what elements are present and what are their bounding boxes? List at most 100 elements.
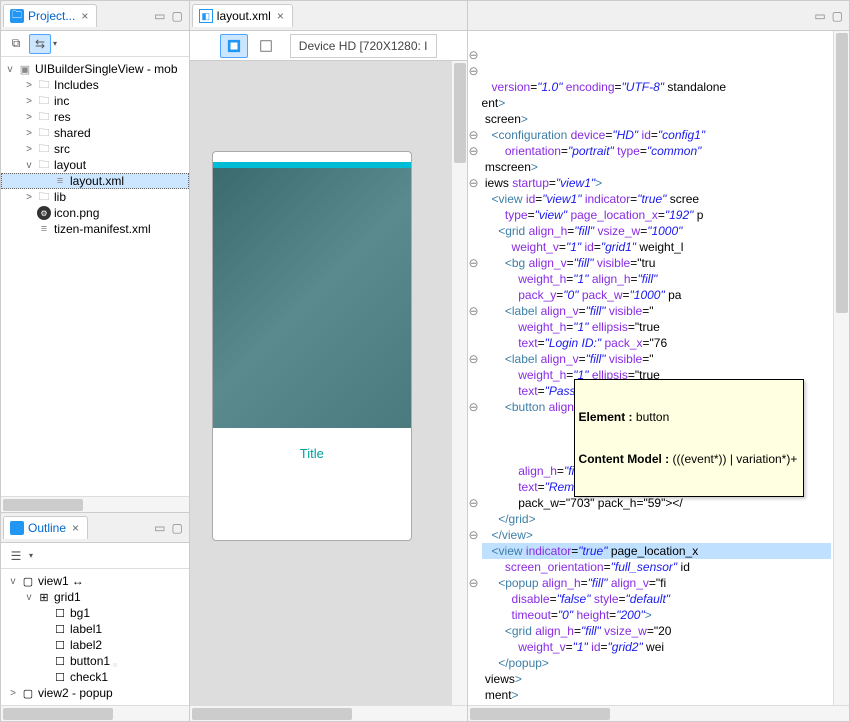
minimize-icon[interactable]: ▭ (814, 9, 825, 23)
tree-toggle[interactable]: v (24, 592, 34, 603)
outline-sort-button[interactable]: ☰ (5, 546, 27, 566)
code-line[interactable]: ent> (482, 95, 831, 111)
device-background[interactable] (213, 168, 411, 428)
code-line[interactable]: iews startup="view1"> (482, 175, 831, 191)
device-frame[interactable]: Title (212, 151, 412, 541)
code-line[interactable]: <popup align_h="fill" align_v="fi (482, 575, 831, 591)
code-line[interactable]: <grid align_h="fill" vsize_w="1000" (482, 223, 831, 239)
horizontal-scrollbar[interactable] (468, 705, 849, 721)
scrollbar-thumb[interactable] (836, 33, 848, 313)
code-line[interactable]: <label align_v="fill" visible=" (482, 303, 831, 319)
fold-toggle[interactable]: ⊖ (468, 495, 480, 511)
maximize-icon[interactable]: ▢ (171, 521, 182, 535)
project-tree[interactable]: v ▣ UIBuilderSingleView - mob >🗀Includes… (1, 57, 189, 496)
device-selector[interactable]: Device HD [720X1280: I (290, 34, 437, 58)
collapse-all-button[interactable]: ⧉ (5, 34, 27, 54)
vertical-scrollbar[interactable] (833, 31, 849, 705)
project-root-row[interactable]: v ▣ UIBuilderSingleView - mob (1, 61, 189, 77)
tree-toggle[interactable] (40, 608, 50, 619)
close-icon[interactable]: × (79, 9, 90, 23)
link-editor-button[interactable]: ⇆ (29, 34, 51, 54)
scrollbar-thumb[interactable] (3, 499, 83, 511)
vertical-scrollbar[interactable] (451, 61, 467, 705)
tree-toggle[interactable]: > (24, 96, 34, 107)
code-line[interactable]: ment> (482, 687, 831, 703)
device-title-label[interactable]: Title (213, 428, 411, 479)
tree-toggle[interactable] (40, 672, 50, 683)
tree-toggle[interactable] (40, 624, 50, 635)
fold-toggle[interactable]: ⊖ (468, 303, 480, 319)
tree-row[interactable]: >🗀res (1, 109, 189, 125)
tree-toggle[interactable]: > (24, 128, 34, 139)
code-line[interactable]: screen> (482, 111, 831, 127)
fold-toggle[interactable]: ⊖ (468, 399, 480, 415)
design-canvas[interactable]: Title (190, 61, 451, 705)
code-line[interactable]: weight_h="1" ellipsis="true (482, 319, 831, 335)
code-line[interactable]: weight_v="1" id="grid1" weight_l (482, 239, 831, 255)
design-mode-button[interactable] (220, 34, 248, 58)
scrollbar-thumb[interactable] (3, 708, 113, 720)
code-line[interactable]: <grid align_h="fill" vsize_w="20 (482, 623, 831, 639)
scrollbar-thumb[interactable] (454, 63, 466, 163)
code-editor[interactable]: Element : button Content Model : (((even… (468, 31, 833, 705)
close-icon[interactable]: × (70, 521, 81, 535)
outline-row[interactable]: v⊞grid1 (1, 589, 189, 605)
tree-toggle[interactable]: v (5, 64, 15, 75)
tree-row[interactable]: >🗀inc (1, 93, 189, 109)
code-line[interactable]: screen_orientation="full_sensor" id (482, 559, 831, 575)
tree-toggle[interactable] (24, 224, 34, 235)
tree-toggle[interactable]: v (8, 576, 18, 587)
outline-row[interactable]: ☐label2 (1, 637, 189, 653)
tree-toggle[interactable] (40, 640, 50, 651)
code-line[interactable]: pack_y="0" pack_w="1000" pa (482, 287, 831, 303)
fold-toggle[interactable]: ⊖ (468, 175, 480, 191)
code-line[interactable]: pack_w="703" pack_h="59"></ (482, 495, 831, 511)
scrollbar-thumb[interactable] (470, 708, 610, 720)
horizontal-scrollbar[interactable] (190, 705, 467, 721)
tree-toggle[interactable] (40, 176, 50, 187)
outline-row[interactable]: ☐label1 (1, 621, 189, 637)
code-line[interactable]: <view id="view1" indicator="true" scree (482, 191, 831, 207)
fold-toggle[interactable]: ⊖ (468, 143, 480, 159)
code-line[interactable]: <bg align_v="fill" visible="tru (482, 255, 831, 271)
tree-toggle[interactable]: v (24, 160, 34, 171)
code-line[interactable]: <view indicator="true" page_location_x (482, 543, 831, 559)
horizontal-scrollbar[interactable] (1, 496, 189, 512)
source-mode-button[interactable] (252, 34, 280, 58)
fold-toggle[interactable]: ⊖ (468, 575, 480, 591)
outline-row[interactable]: >▢view2 - popup (1, 685, 189, 701)
tree-toggle[interactable]: > (24, 80, 34, 91)
code-line[interactable]: weight_h="1" align_h="fill" (482, 271, 831, 287)
horizontal-scrollbar[interactable] (1, 705, 189, 721)
tree-toggle[interactable] (40, 656, 50, 667)
tree-toggle[interactable] (24, 208, 34, 219)
tree-toggle[interactable]: > (8, 688, 18, 699)
close-icon[interactable]: × (275, 9, 286, 23)
tree-row[interactable]: v🗀layout (1, 157, 189, 173)
outline-tab[interactable]: Outline × (3, 516, 88, 539)
outline-tree[interactable]: v▢view1 ↔v⊞grid1 ☐bg1 ☐label1 ☐label2 ☐b… (1, 569, 189, 705)
fold-toggle[interactable]: ⊖ (468, 127, 480, 143)
maximize-icon[interactable]: ▢ (171, 9, 182, 23)
code-line[interactable]: version="1.0" encoding="UTF-8" standalon… (482, 79, 831, 95)
code-line[interactable]: timeout="0" height="200"> (482, 607, 831, 623)
tree-row[interactable]: >🗀lib (1, 189, 189, 205)
outline-row[interactable]: v▢view1 ↔ (1, 573, 189, 589)
code-line[interactable]: <label align_v="fill" visible=" (482, 351, 831, 367)
maximize-icon[interactable]: ▢ (832, 9, 843, 23)
code-line[interactable]: disable="false" style="default" (482, 591, 831, 607)
code-line[interactable]: mscreen> (482, 159, 831, 175)
outline-row[interactable]: ☐bg1 (1, 605, 189, 621)
code-line[interactable]: </view> (482, 527, 831, 543)
outline-row[interactable]: ☐button1 (1, 653, 189, 669)
tree-row[interactable]: ≡tizen-manifest.xml (1, 221, 189, 237)
editor-tab[interactable]: ◧ layout.xml × (192, 4, 293, 27)
chevron-down-icon[interactable]: ▾ (53, 39, 57, 48)
fold-toggle[interactable]: ⊖ (468, 255, 480, 271)
tree-toggle[interactable]: > (24, 112, 34, 123)
tree-row[interactable]: >🗀Includes (1, 77, 189, 93)
tree-row[interactable]: ⚙icon.png (1, 205, 189, 221)
tree-toggle[interactable]: > (24, 192, 34, 203)
code-line[interactable]: views> (482, 671, 831, 687)
outline-row[interactable]: ☐check1 (1, 669, 189, 685)
